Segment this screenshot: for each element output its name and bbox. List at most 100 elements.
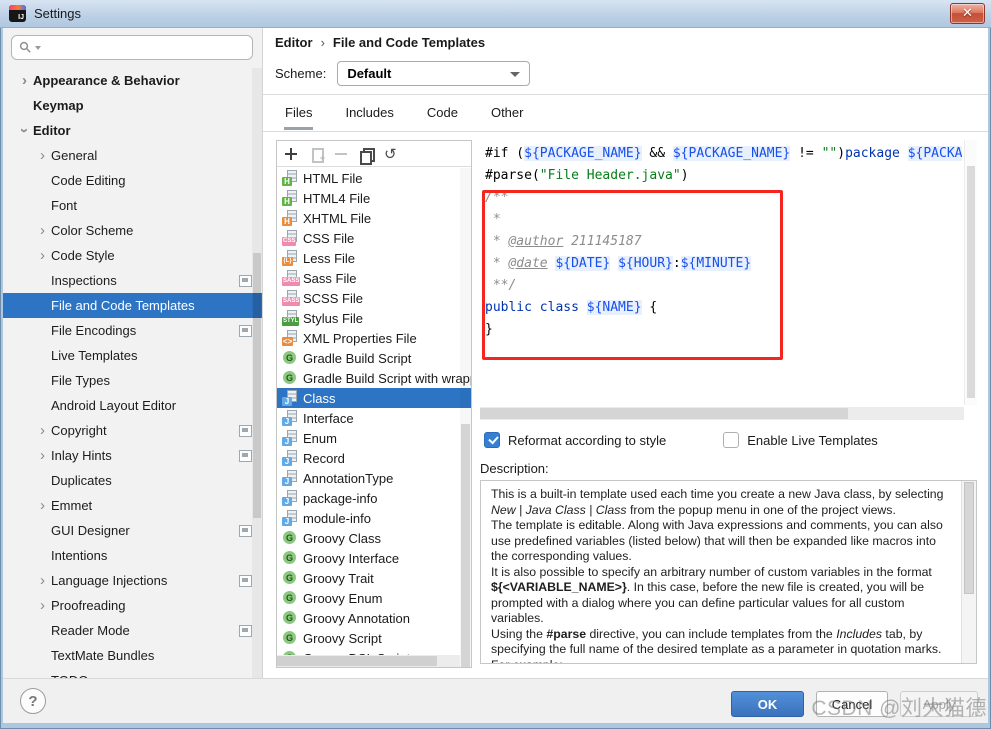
chevron-down-icon[interactable]: › [16,122,33,139]
template-list-vertical-scrollbar[interactable] [460,168,471,667]
template-row-groovy-script[interactable]: G Groovy Script [277,628,471,648]
template-row-interface[interactable]: J Interface [277,408,471,428]
template-row-less-file[interactable]: {L} Less File [277,248,471,268]
tab-other[interactable]: Other [490,100,525,130]
scrollbar-thumb[interactable] [967,166,975,398]
template-row-enum[interactable]: J Enum [277,428,471,448]
sidebar-item-editor[interactable]: › Editor [3,118,262,143]
template-list-horizontal-scrollbar[interactable] [277,655,460,667]
sidebar-item-android-layout-editor[interactable]: Android Layout Editor [3,393,262,418]
duplicate-template-button[interactable] [359,147,375,165]
close-button[interactable]: ✕ [950,3,985,24]
search-options-caret-icon[interactable] [35,45,41,50]
sidebar-item-appearance-behavior[interactable]: › Appearance & Behavior [3,68,262,93]
sidebar-item-file-and-code-templates[interactable]: File and Code Templates [3,293,262,318]
sidebar-scrollbar-thumb[interactable] [253,253,261,518]
sidebar-item-keymap[interactable]: Keymap [3,93,262,118]
sidebar-item-label: Code Style [51,248,115,263]
template-row-module-info[interactable]: Jmodule-info [277,508,471,528]
chevron-right-icon[interactable]: › [34,248,51,263]
add-template-button[interactable] [284,147,298,161]
editor-horizontal-scrollbar[interactable] [480,407,964,420]
template-row-class[interactable]: J Class [277,388,471,408]
chevron-right-icon[interactable]: › [34,498,51,513]
tab-code[interactable]: Code [426,100,459,130]
sidebar-item-gui-designer[interactable]: GUI Designer [3,518,262,543]
sidebar-item-todo[interactable]: TODO [3,668,262,678]
description-scrollbar[interactable] [961,481,976,663]
sidebar-scrollbar[interactable] [252,68,262,678]
cancel-button[interactable]: Cancel [816,691,888,717]
sidebar-item-color-scheme[interactable]: › Color Scheme [3,218,262,243]
template-row-annotationtype[interactable]: J AnnotationType [277,468,471,488]
tab-includes[interactable]: Includes [344,100,394,130]
template-row-html-file[interactable]: H HTML File [277,168,471,188]
chevron-right-icon[interactable]: › [34,423,51,438]
search-input[interactable] [47,40,245,55]
scheme-row: Scheme: Default [275,61,531,86]
template-row-groovy-class[interactable]: G Groovy Class [277,528,471,548]
template-row-groovy-trait[interactable]: G Groovy Trait [277,568,471,588]
chevron-right-icon[interactable]: › [34,573,51,588]
template-code-editor[interactable]: #if (${PACKAGE_NAME} && ${PACKAGE_NAME} … [480,140,977,420]
help-button[interactable]: ? [20,688,46,714]
template-row-package-info[interactable]: Jpackage-info [277,488,471,508]
template-row-xml-properties-file[interactable]: <> XML Properties File [277,328,471,348]
java-file-icon: J [282,430,298,446]
template-row-gradle-build-script[interactable]: G Gradle Build Script [277,348,471,368]
sidebar-item-code-editing[interactable]: Code Editing [3,168,262,193]
template-row-html4-file[interactable]: H HTML4 File [277,188,471,208]
java-file-icon: J [282,410,298,426]
chevron-right-icon[interactable]: › [16,73,33,88]
sidebar-item-reader-mode[interactable]: Reader Mode [3,618,262,643]
reset-template-button[interactable]: ↺ [384,146,397,161]
sidebar-item-textmate-bundles[interactable]: TextMate Bundles [3,643,262,668]
description-paragraph: It is also possible to specify an arbitr… [491,564,932,626]
scrollbar-thumb[interactable] [277,656,437,666]
sidebar-item-code-style[interactable]: › Code Style [3,243,262,268]
reformat-checkbox[interactable] [484,432,500,448]
scheme-dropdown[interactable]: Default [337,61,531,86]
sidebar-item-proofreading[interactable]: › Proofreading [3,593,262,618]
template-row-groovy-enum[interactable]: G Groovy Enum [277,588,471,608]
scrollbar-thumb[interactable] [461,424,470,667]
code-content[interactable]: #if (${PACKAGE_NAME} && ${PACKAGE_NAME} … [485,143,962,405]
remove-template-button[interactable] [334,147,348,161]
template-row-stylus-file[interactable]: STYL Stylus File [277,308,471,328]
sidebar-item-inlay-hints[interactable]: › Inlay Hints [3,443,262,468]
search-box[interactable] [11,35,253,60]
sidebar-item-general[interactable]: › General [3,143,262,168]
sidebar-item-emmet[interactable]: › Emmet [3,493,262,518]
sidebar-item-font[interactable]: Font [3,193,262,218]
template-row-css-file[interactable]: CSS CSS File [277,228,471,248]
less-file-icon: {L} [282,250,298,266]
html-file-icon: H [282,170,298,186]
template-row-record[interactable]: J Record [277,448,471,468]
editor-vertical-scrollbar[interactable] [964,140,977,405]
chevron-right-icon[interactable]: › [34,148,51,163]
scrollbar-thumb[interactable] [964,482,974,594]
sidebar-item-language-injections[interactable]: › Language Injections [3,568,262,593]
sidebar-item-file-encodings[interactable]: File Encodings [3,318,262,343]
template-row-gradle-build-script-with-wrapp[interactable]: G Gradle Build Script with wrapp [277,368,471,388]
template-row-groovy-annotation[interactable]: G Groovy Annotation [277,608,471,628]
chevron-right-icon[interactable]: › [34,448,51,463]
ok-button[interactable]: OK [731,691,804,717]
sidebar-item-copyright[interactable]: › Copyright [3,418,262,443]
sidebar-item-duplicates[interactable]: Duplicates [3,468,262,493]
template-row-scss-file[interactable]: SASS SCSS File [277,288,471,308]
scrollbar-thumb[interactable] [480,408,848,419]
template-row-sass-file[interactable]: SASS Sass File [277,268,471,288]
template-row-groovy-interface[interactable]: G Groovy Interface [277,548,471,568]
copy-template-button[interactable]: + [309,147,325,163]
breadcrumb-editor[interactable]: Editor [275,35,313,50]
chevron-right-icon[interactable]: › [34,598,51,613]
template-row-xhtml-file[interactable]: H XHTML File [277,208,471,228]
sidebar-item-intentions[interactable]: Intentions [3,543,262,568]
sidebar-item-inspections[interactable]: Inspections [3,268,262,293]
live-templates-checkbox[interactable] [723,432,740,448]
chevron-right-icon[interactable]: › [34,223,51,238]
sidebar-item-file-types[interactable]: File Types [3,368,262,393]
sidebar-item-live-templates[interactable]: Live Templates [3,343,262,368]
tab-files[interactable]: Files [284,100,314,130]
